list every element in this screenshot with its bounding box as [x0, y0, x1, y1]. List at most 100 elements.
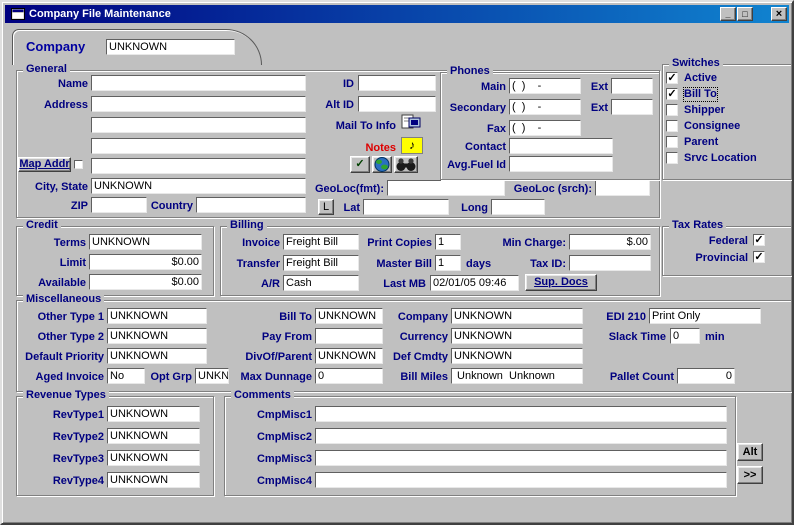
revtype4-input[interactable]: UNKNOWN: [107, 472, 200, 488]
misc-company-input[interactable]: UNKNOWN: [451, 308, 583, 324]
edi-210-input[interactable]: Print Only: [649, 308, 761, 324]
geoloc-srch-input[interactable]: [595, 180, 650, 196]
alt-id-input[interactable]: [358, 96, 436, 112]
phone-main-ext-input[interactable]: [611, 78, 653, 94]
window-icon: [11, 8, 25, 26]
zip-input[interactable]: [91, 197, 147, 213]
fax-input[interactable]: ( ) -: [509, 120, 581, 136]
revtype2-label: RevType2: [30, 429, 104, 445]
consignee-checkbox[interactable]: [666, 120, 678, 132]
geoloc-fmt-input[interactable]: [387, 180, 505, 196]
parent-checkbox-label[interactable]: Parent: [684, 136, 718, 149]
cmpmisc1-input[interactable]: [315, 406, 727, 422]
active-checkbox-label[interactable]: Active: [684, 72, 717, 85]
cmpmisc2-input[interactable]: [315, 428, 727, 444]
address-input[interactable]: [91, 96, 306, 112]
slack-time-input[interactable]: 0: [670, 328, 700, 344]
city-state-input[interactable]: UNKNOWN: [91, 178, 306, 194]
available-input[interactable]: $0.00: [89, 274, 202, 290]
sup-docs-button[interactable]: Sup. Docs: [525, 274, 597, 291]
phone-main-label: Main: [450, 79, 506, 95]
def-cmdty-input[interactable]: UNKNOWN: [451, 348, 583, 364]
min-charge-input[interactable]: $.00: [569, 234, 651, 250]
transfer-input[interactable]: Freight Bill: [283, 255, 359, 271]
binoculars-icon[interactable]: [394, 156, 418, 173]
currency-input[interactable]: UNKNOWN: [451, 328, 583, 344]
opt-grp-input[interactable]: UNKNOWN: [195, 368, 229, 384]
limit-label: Limit: [22, 255, 86, 271]
default-priority-input[interactable]: UNKNOWN: [107, 348, 207, 364]
globe-icon[interactable]: [372, 156, 392, 173]
phone-main-ext-label: Ext: [584, 79, 608, 95]
maximize-button[interactable]: □: [737, 7, 753, 21]
bill-to-checkbox-label[interactable]: Bill To: [684, 88, 717, 101]
contact-input[interactable]: [509, 138, 613, 154]
available-label: Available: [16, 275, 86, 291]
cmpmisc4-input[interactable]: [315, 472, 727, 488]
bill-miles-input[interactable]: Unknown Unknown: [451, 368, 583, 384]
id-label: ID: [318, 76, 354, 92]
invoice-input[interactable]: Freight Bill: [283, 234, 359, 250]
srvc-location-checkbox-label[interactable]: Srvc Location: [684, 152, 757, 165]
bill-to-checkbox[interactable]: ✓: [666, 88, 678, 100]
print-copies-input[interactable]: 1: [435, 234, 461, 250]
long-input[interactable]: [491, 199, 545, 215]
country-input[interactable]: [196, 197, 306, 213]
terms-input[interactable]: UNKNOWN: [89, 234, 202, 250]
ar-input[interactable]: Cash: [283, 275, 359, 291]
close-icon: ×: [776, 8, 782, 20]
titlebar[interactable]: Company File Maintenance: [5, 5, 789, 23]
master-bill-input[interactable]: 1: [435, 255, 461, 271]
aged-invoice-input[interactable]: No: [107, 368, 145, 384]
tax-id-input[interactable]: [569, 255, 651, 271]
srvc-location-checkbox[interactable]: [666, 152, 678, 164]
shipper-checkbox[interactable]: [666, 104, 678, 116]
federal-label: Federal: [678, 233, 748, 249]
max-dunnage-input[interactable]: 0: [315, 368, 383, 384]
verify-check-icon[interactable]: ✓: [350, 156, 370, 173]
opt-grp-label: Opt Grp: [147, 369, 192, 385]
company-code-input[interactable]: UNKNOWN: [106, 39, 235, 55]
mail-to-info-icon[interactable]: [401, 114, 421, 133]
revtype3-input[interactable]: UNKNOWN: [107, 450, 200, 466]
last-mb-input[interactable]: 02/01/05 09:46: [430, 275, 519, 291]
alt-button[interactable]: Alt: [737, 443, 763, 461]
revtype3-label: RevType3: [30, 451, 104, 467]
limit-input[interactable]: $0.00: [89, 254, 202, 270]
phone-secondary-ext-input[interactable]: [611, 99, 653, 115]
shipper-checkbox-label[interactable]: Shipper: [684, 104, 725, 117]
pallet-count-input[interactable]: 0: [677, 368, 735, 384]
pay-from-input[interactable]: [315, 328, 383, 344]
parent-checkbox[interactable]: [666, 136, 678, 148]
address-line2-input[interactable]: [91, 117, 306, 133]
id-input[interactable]: [358, 75, 436, 91]
l-button[interactable]: L: [318, 199, 334, 215]
minimize-button[interactable]: _: [720, 7, 736, 21]
address-line3-input[interactable]: [91, 138, 306, 154]
consignee-checkbox-label[interactable]: Consignee: [684, 120, 740, 133]
avg-fuel-id-input[interactable]: [509, 156, 613, 172]
phone-secondary-input[interactable]: ( ) -: [509, 99, 581, 115]
misc-bill-to-input[interactable]: UNKNOWN: [315, 308, 383, 324]
map-addr-button[interactable]: Map Addr: [18, 157, 71, 172]
name-label: Name: [22, 76, 88, 92]
other-type-1-input[interactable]: UNKNOWN: [107, 308, 207, 324]
terms-label: Terms: [22, 235, 86, 251]
cmpmisc3-input[interactable]: [315, 450, 727, 466]
name-input[interactable]: [91, 75, 306, 91]
map-addr-input[interactable]: [91, 158, 306, 174]
federal-checkbox[interactable]: ✓: [753, 234, 765, 246]
active-checkbox[interactable]: ✓: [666, 72, 678, 84]
revtype2-input[interactable]: UNKNOWN: [107, 428, 200, 444]
revtype1-input[interactable]: UNKNOWN: [107, 406, 200, 422]
provincial-checkbox[interactable]: ✓: [753, 251, 765, 263]
map-addr-checkbox[interactable]: [74, 160, 83, 169]
cmpmisc3-label: CmpMisc3: [242, 451, 312, 467]
close-button[interactable]: ×: [771, 7, 787, 21]
notes-icon[interactable]: ♪: [401, 137, 423, 154]
divof-parent-input[interactable]: UNKNOWN: [315, 348, 383, 364]
phone-main-input[interactable]: ( ) -: [509, 78, 581, 94]
other-type-2-input[interactable]: UNKNOWN: [107, 328, 207, 344]
lat-input[interactable]: [363, 199, 449, 215]
more-button[interactable]: >>: [737, 466, 763, 484]
